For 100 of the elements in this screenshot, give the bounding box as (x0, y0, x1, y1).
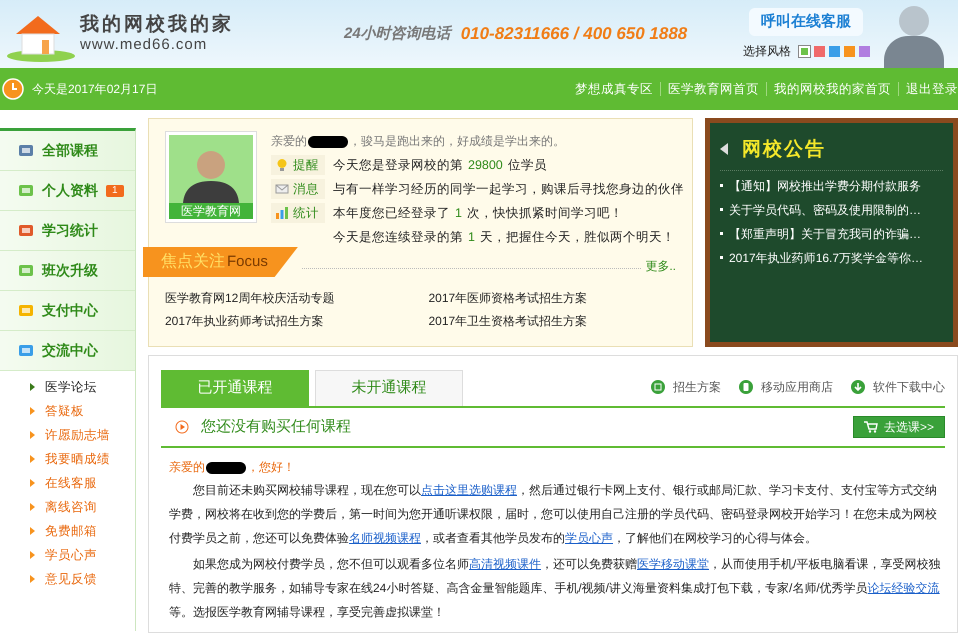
list-icon (651, 380, 665, 394)
sidebar-subitem[interactable]: 我要晒成绩 (45, 450, 110, 468)
info-label: 提醒 (293, 156, 319, 174)
info-text: 与有一样学习经历的同学一起学习，购课后寻找您身边的伙伴 (333, 180, 684, 198)
top-nav-link[interactable]: 梦想成真专区 (575, 80, 653, 98)
download-icon (851, 380, 865, 394)
notification-badge: 1 (106, 184, 124, 196)
info-label: 统计 (293, 204, 319, 222)
style-swatch[interactable] (829, 46, 840, 57)
sidebar-item-label: 学习统计 (42, 221, 98, 240)
inline-link[interactable]: 点击这里选购课程 (421, 483, 517, 497)
style-swatch[interactable] (814, 46, 825, 57)
sidebar-subitem[interactable]: 意见反馈 (45, 570, 97, 588)
hotline-numbers: 010-82311666 / 400 650 1888 (460, 23, 688, 46)
today-date: 今天是2017年02月17日 (32, 81, 158, 98)
notice-item[interactable]: 【通知】网校推出学费分期付款服务 (720, 176, 943, 194)
menu-icon (18, 302, 34, 318)
site-url: www.med66.com (80, 36, 208, 54)
cart-icon (864, 421, 878, 433)
bar-chart-icon (275, 206, 289, 220)
bullet-arrow-icon (30, 575, 35, 583)
top-nav-link[interactable]: 退出登录 (906, 80, 958, 98)
course-link[interactable]: 招生方案 (651, 378, 721, 396)
focus-title: 焦点关注 (161, 252, 225, 272)
style-swatch[interactable] (859, 46, 870, 57)
sidebar-item-label: 交流中心 (42, 341, 98, 360)
sidebar-item[interactable]: 交流中心 (0, 331, 135, 371)
info-text: 本年度您已经登录了 1 次，快快抓紧时间学习吧！ (333, 204, 623, 222)
redaction-mark (308, 136, 348, 148)
empty-courses-title: 您还没有购买任何课程 (201, 416, 351, 437)
sidebar-subitem[interactable]: 学员心声 (45, 546, 97, 564)
choose-course-button[interactable]: 去选课>> (852, 416, 945, 438)
sidebar-subitem[interactable]: 免费邮箱 (45, 522, 97, 540)
notice-item[interactable]: 2017年执业药师16.7万奖学金等你… (720, 248, 943, 266)
sidebar-item-label: 支付中心 (42, 301, 98, 320)
body-paragraph: 您目前还未购买网校辅导课程，现在您可以点击这里选购课程，然后通过银行卡网上支付、银行或邮局汇款、学习卡支付、支付宝等方式交纳学费，网校将在收到您的学费后，第一时间为您开通听课权限，届时，您可以使用自己注册的学员代码、密码登录网校开始学习！在您未成为网校付费学员之前，您还可以免费体验名师视频课程，或者查看其他学员发布的学员心声，了解他们在网校学习的心得与体会。 (169, 482, 938, 547)
bullet-arrow-icon (30, 431, 35, 439)
clock-icon (2, 78, 24, 100)
focus-link[interactable]: 2017年医师资格考试招生方案 (428, 289, 692, 307)
bullet-arrow-icon (30, 407, 35, 415)
course-tab[interactable]: 已开通课程 (161, 370, 309, 406)
bullet-arrow-icon (30, 455, 35, 463)
sidebar-subitem[interactable]: 离线咨询 (45, 498, 97, 516)
bullet-arrow-icon (30, 479, 35, 487)
notice-item[interactable]: 【郑重声明】关于冒充我司的诈骗… (720, 224, 943, 242)
focus-link[interactable]: 医学教育网12周年校庆活动专题 (165, 289, 428, 307)
lightbulb-icon (275, 158, 289, 172)
sidebar-subitem[interactable]: 答疑板 (45, 402, 84, 420)
hotline-label: 24小时咨询电话 (344, 24, 451, 44)
menu-icon (18, 342, 34, 358)
focus-title-english: Focus (227, 252, 268, 272)
bullet-arrow-icon (30, 527, 35, 535)
sidebar-item[interactable]: 全部课程 (0, 131, 135, 171)
inline-link[interactable]: 高清视频课件 (469, 557, 541, 571)
sidebar-item[interactable]: 个人资料 1 (0, 171, 135, 211)
play-circle-icon (175, 420, 189, 434)
avatar-caption: 医学教育网 (169, 203, 253, 219)
bullet-arrow-icon (30, 383, 35, 391)
more-link[interactable]: 更多.. (645, 257, 676, 275)
body-paragraph: 如果您成为网校付费学员，您不但可以观看多位名师高清视频课件，还可以免费获赠医学移动课堂，从而使用手机/平板电脑看课，享受网校独特、完善的教学服务，如辅导专家在线24小时答疑、高含金量智能题库、手机/视频/讲义海量资料集成打包下载，专家/名师/优秀学员论坛经验交流 等。选报医学教育网辅导课程，享受完善虚拟课堂！ (169, 556, 942, 621)
site-name: 我的网校我的家 (80, 14, 234, 36)
top-nav-link[interactable]: 医学教育网首页 (668, 80, 759, 98)
course-tab[interactable]: 未开通课程 (315, 370, 463, 406)
sidebar-subitem[interactable]: 许愿励志墙 (45, 426, 110, 444)
envelope-icon (275, 182, 289, 196)
bullet-arrow-icon (30, 551, 35, 559)
sidebar-item[interactable]: 班次升级 (0, 251, 135, 291)
greeting-text: 亲爱的 ，骏马是跑出来的，好成绩是学出来的。 (271, 133, 566, 150)
menu-icon (18, 182, 34, 198)
notice-board-title: 网校公告 (742, 137, 826, 162)
phone-icon (739, 380, 753, 394)
sidebar-item-label: 个人资料 (42, 181, 98, 200)
info-text: 今天您是登录网校的第 29800 位学员 (333, 156, 547, 174)
notice-item[interactable]: 关于学员代码、密码及使用限制的… (720, 200, 943, 218)
sidebar-subitem[interactable]: 医学论坛 (45, 378, 97, 396)
inline-link[interactable]: 学员心声 (565, 531, 613, 545)
sidebar-item[interactable]: 支付中心 (0, 291, 135, 331)
style-swatch[interactable] (799, 46, 810, 57)
course-link[interactable]: 移动应用商店 (739, 378, 833, 396)
inline-link[interactable]: 论坛经验交流 (868, 581, 940, 595)
focus-link[interactable]: 2017年卫生资格考试招生方案 (428, 312, 692, 330)
menu-icon (18, 262, 34, 278)
inline-link[interactable]: 医学移动课堂 (637, 557, 709, 571)
greeting-line: 亲爱的 ，您好！ (169, 459, 296, 476)
style-swatch[interactable] (844, 46, 855, 57)
sidebar-item[interactable]: 学习统计 (0, 211, 135, 251)
online-service-button[interactable]: 呼叫在线客服 (749, 8, 863, 36)
course-link[interactable]: 软件下载中心 (851, 378, 945, 396)
inline-link[interactable]: 名师视频课程 (349, 531, 421, 545)
info-label: 消息 (293, 180, 319, 198)
sidebar-item-label: 全部课程 (42, 141, 98, 160)
info-text: 今天是您连续登录的第 1 天，把握住今天，胜似两个明天！ (333, 228, 675, 246)
focus-link[interactable]: 2017年执业药师考试招生方案 (165, 312, 428, 330)
sidebar-subitem[interactable]: 在线客服 (45, 474, 97, 492)
style-label: 选择风格 (743, 43, 791, 60)
menu-icon (18, 142, 34, 158)
bullet-arrow-icon (30, 503, 35, 511)
sidebar-item-label: 班次升级 (42, 261, 98, 280)
menu-icon (18, 222, 34, 238)
top-nav-link[interactable]: 我的网校我的家首页 (774, 80, 891, 98)
